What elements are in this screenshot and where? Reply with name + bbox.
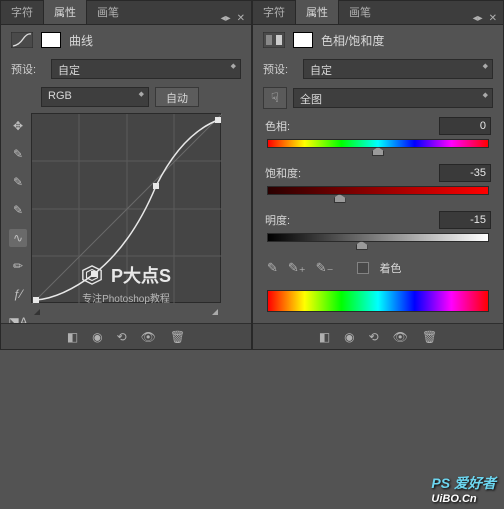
reset-icon[interactable]: ⟲: [117, 330, 127, 344]
collapse-icon[interactable]: ◂▸: [473, 13, 483, 24]
brand-logo-icon: [81, 264, 103, 286]
site-watermark: PS 爱好者 UiBO.Cn: [431, 473, 496, 505]
close-icon[interactable]: ✕: [237, 13, 245, 24]
hsl-adjustment-icon: [263, 31, 285, 49]
white-eyedropper-icon[interactable]: ✎: [9, 201, 27, 219]
reset-icon[interactable]: ⟲: [369, 330, 379, 344]
visibility-icon[interactable]: 👁: [393, 330, 408, 344]
on-image-tool-icon[interactable]: ✥: [9, 117, 27, 135]
lightness-field[interactable]: [439, 211, 491, 229]
saturation-slider[interactable]: [267, 186, 489, 195]
tab-bar: 字符 属性 画笔 ◂▸ ✕: [253, 1, 503, 25]
tab-character[interactable]: 字符: [1, 0, 43, 24]
hue-spectrum-top: [267, 290, 489, 312]
clip-to-layer-icon[interactable]: ◧: [67, 330, 78, 344]
eyedropper-subtract-icon[interactable]: ✎₋: [316, 260, 334, 276]
curves-adjustment-icon: [11, 31, 33, 49]
preset-select[interactable]: 自定: [51, 59, 241, 79]
eyedropper-add-icon[interactable]: ✎₊: [288, 260, 306, 276]
view-previous-icon[interactable]: ◉: [344, 330, 354, 344]
colorize-checkbox[interactable]: [357, 262, 369, 274]
clip-to-layer-icon[interactable]: ◧: [319, 330, 330, 344]
targeted-adjust-icon[interactable]: ☟: [263, 87, 287, 109]
hue-slider[interactable]: [267, 139, 489, 148]
preset-select[interactable]: 自定: [303, 59, 493, 79]
black-eyedropper-icon[interactable]: ✎: [9, 145, 27, 163]
close-icon[interactable]: ✕: [489, 13, 497, 24]
view-previous-icon[interactable]: ◉: [92, 330, 102, 344]
saturation-label: 饱和度:: [265, 165, 301, 181]
panel-title: 色相/饱和度: [321, 32, 384, 49]
gray-eyedropper-icon[interactable]: ✎: [9, 173, 27, 191]
tab-character[interactable]: 字符: [253, 0, 295, 24]
hsl-panel: 字符 属性 画笔 ◂▸ ✕ 色相/饱和度 预设: 自定 ☟ 全图 色相:: [252, 0, 504, 350]
saturation-field[interactable]: [439, 164, 491, 182]
tab-properties[interactable]: 属性: [295, 0, 339, 24]
preset-label: 预设:: [11, 61, 45, 77]
trash-icon[interactable]: 🗑: [170, 330, 185, 344]
collapse-icon[interactable]: ◂▸: [221, 13, 231, 24]
eyedropper-icon[interactable]: ✎: [267, 260, 278, 276]
tab-bar: 字符 属性 画笔 ◂▸ ✕: [1, 1, 251, 25]
curves-tools: ✥ ✎ ✎ ✎ ∿ ✏ ƒ⁄ ⬔A: [9, 111, 31, 349]
point-curve-icon[interactable]: ∿: [9, 229, 27, 247]
layer-mask-thumb[interactable]: [293, 32, 313, 48]
panel-footer: ◧ ◉ ⟲ 👁 🗑: [1, 323, 251, 349]
tab-brush[interactable]: 画笔: [339, 0, 381, 24]
panel-title: 曲线: [69, 32, 93, 49]
channel-select[interactable]: RGB: [41, 87, 149, 107]
colorize-label: 着色: [379, 260, 401, 276]
lightness-label: 明度:: [265, 212, 290, 228]
tab-properties[interactable]: 属性: [43, 0, 87, 24]
curves-panel: 字符 属性 画笔 ◂▸ ✕ 曲线 预设: 自定 RGB 自动 ✥ ✎: [0, 0, 252, 350]
lightness-slider[interactable]: [267, 233, 489, 242]
hue-field[interactable]: [439, 117, 491, 135]
layer-mask-thumb[interactable]: [41, 32, 61, 48]
visibility-icon[interactable]: 👁: [141, 330, 156, 344]
trash-icon[interactable]: 🗑: [422, 330, 437, 344]
hue-label: 色相:: [265, 118, 290, 134]
auto-button[interactable]: 自动: [155, 87, 199, 107]
tab-brush[interactable]: 画笔: [87, 0, 129, 24]
panel-footer: ◧ ◉ ⟲ 👁 🗑: [253, 323, 503, 349]
brand-watermark: P大点S 专注Photoshop教程: [1, 262, 251, 305]
range-select[interactable]: 全图: [293, 88, 493, 108]
preset-label: 预设:: [263, 61, 297, 77]
